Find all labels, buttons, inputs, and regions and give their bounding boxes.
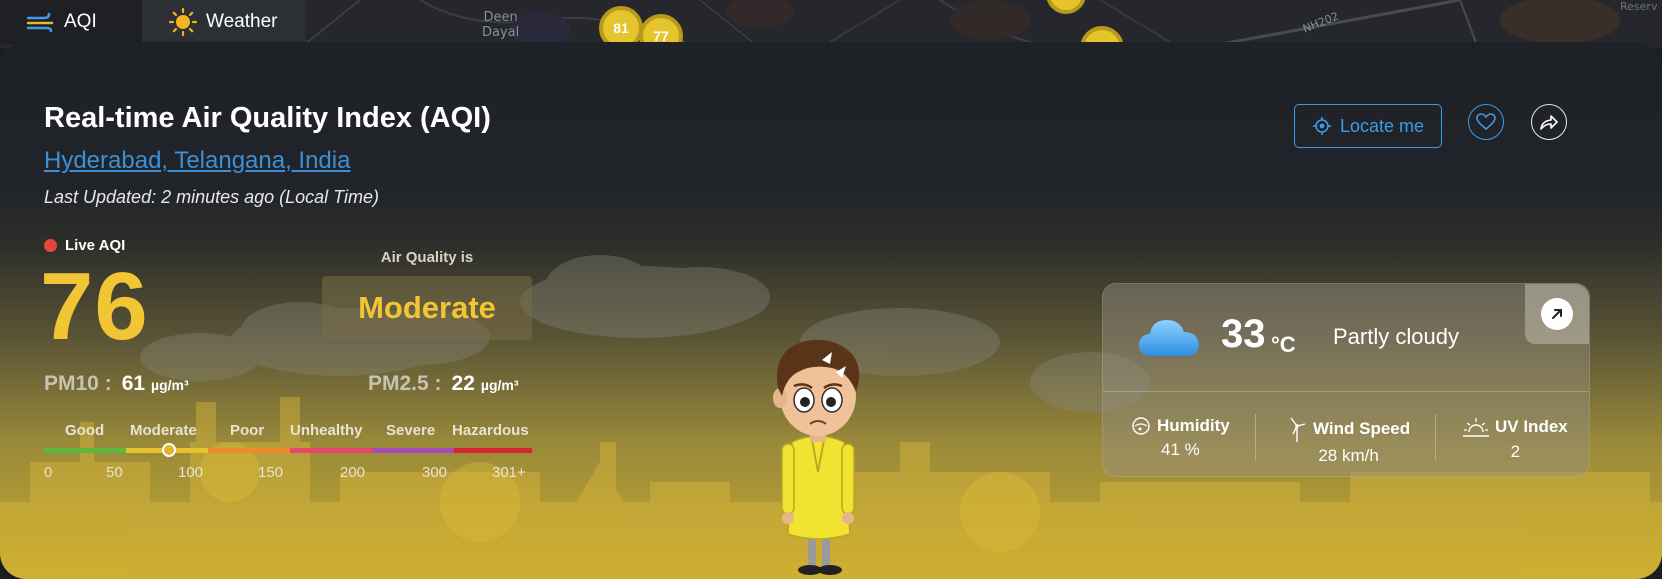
cloud-icon <box>1139 320 1199 356</box>
aqi-scale-marker <box>161 443 176 457</box>
scale-tick: 0 <box>44 464 53 481</box>
weather-details-button[interactable] <box>1525 284 1589 344</box>
share-icon <box>1540 115 1558 130</box>
scale-tick: 200 <box>340 464 366 481</box>
scale-label-poor: Poor <box>230 422 265 439</box>
pm25-unit: µg/m³ <box>480 377 519 393</box>
wind-icon <box>26 12 54 32</box>
tab-weather-label: Weather <box>206 11 278 32</box>
scale-segment-severe <box>372 448 454 453</box>
scale-label-moderate: Moderate <box>130 422 197 439</box>
pm25-value: 22 <box>451 372 475 395</box>
tab-aqi[interactable]: AQI <box>0 0 142 44</box>
scale-segment-poor <box>208 448 290 453</box>
wind-speed-stat: Wind Speed 28 km/h <box>1287 416 1410 466</box>
uv-index-label: UV Index <box>1495 417 1568 436</box>
weather-stats: Humidity 41 % Wind Speed 28 km/h UV Inde… <box>1103 392 1589 476</box>
favorite-button[interactable] <box>1468 104 1504 140</box>
heart-icon <box>1476 113 1496 131</box>
scale-label-hazardous: Hazardous <box>452 422 529 439</box>
wind-speed-label: Wind Speed <box>1313 419 1411 438</box>
weather-main: 33 °C Partly cloudy <box>1103 284 1589 392</box>
humidity-icon <box>1132 417 1150 435</box>
humidity-value: 41 % <box>1160 440 1200 459</box>
pm25-reading: PM2.5 : 22 µg/m³ <box>368 372 519 396</box>
scale-tick: 100 <box>178 464 204 481</box>
scale-tick: 50 <box>106 464 123 481</box>
map-label-deen-dayal: Deen Dayal <box>482 10 520 40</box>
stat-divider <box>1255 414 1256 460</box>
tab-bar: AQI Weather <box>0 0 305 44</box>
pm10-label: PM10 : <box>44 372 112 395</box>
scale-tick: 150 <box>258 464 284 481</box>
wind-turbine-icon <box>1290 417 1306 442</box>
pm10-value: 61 <box>121 372 146 395</box>
scale-label-good: Good <box>65 422 105 439</box>
pm25-label: PM2.5 : <box>368 372 442 395</box>
air-quality-label: Air Quality is <box>380 249 474 266</box>
uv-sun-icon <box>1463 418 1489 437</box>
scale-label-unhealthy: Unhealthy <box>290 422 363 439</box>
boy-character-illustration <box>773 339 860 575</box>
uv-index-value: 2 <box>1510 442 1521 461</box>
pm10-unit: µg/m³ <box>151 377 189 393</box>
weather-summary-card[interactable]: 33 °C Partly cloudy Humidity 41 % Wind S… <box>1102 283 1590 477</box>
crosshair-icon <box>1312 117 1331 135</box>
locate-me-label: Locate me <box>1339 115 1425 136</box>
aqi-scale-labels: Good Moderate Poor Unhealthy Severe Haza… <box>44 422 532 440</box>
live-dot-icon <box>44 239 57 252</box>
aqi-value: 76 <box>40 253 149 360</box>
weather-condition: Partly cloudy <box>1333 324 1459 349</box>
stat-divider <box>1435 414 1436 460</box>
humidity-label: Humidity <box>1157 416 1230 435</box>
uv-index-stat: UV Index 2 <box>1463 416 1568 462</box>
temperature-unit: °C <box>1271 332 1296 357</box>
wind-speed-value: 28 km/h <box>1318 446 1379 465</box>
scale-tick: 300 <box>422 464 448 481</box>
map-label-reserve: Reserv <box>1620 0 1658 13</box>
pm10-reading: PM10 : 61 µg/m³ <box>44 372 189 396</box>
aqi-scale-bar <box>44 448 532 453</box>
tab-weather[interactable]: Weather <box>142 0 305 44</box>
scale-segment-good <box>44 448 126 453</box>
locate-me-button[interactable]: Locate me <box>1294 104 1442 148</box>
sun-icon <box>168 7 198 37</box>
scale-segment-unhealthy <box>290 448 372 453</box>
last-updated: Last Updated: 2 minutes ago (Local Time) <box>44 187 380 207</box>
aqi-card: Real-time Air Quality Index (AQI) Hydera… <box>0 42 1662 579</box>
temperature-value: 33 <box>1221 312 1266 356</box>
humidity-stat: Humidity 41 % <box>1131 416 1230 460</box>
arrow-up-right-icon <box>1541 298 1573 330</box>
aqi-scale: Good Moderate Poor Unhealthy Severe Haza… <box>44 422 532 492</box>
tab-aqi-label: AQI <box>64 11 97 32</box>
scale-segment-hazardous <box>454 448 532 453</box>
location-link[interactable]: Hyderabad, Telangana, India <box>44 147 350 175</box>
share-button[interactable] <box>1531 104 1567 140</box>
air-quality-badge: Moderate <box>322 276 532 340</box>
scale-tick: 301+ <box>492 464 526 481</box>
page-title: Real-time Air Quality Index (AQI) <box>44 102 491 134</box>
scale-label-severe: Severe <box>386 422 436 439</box>
